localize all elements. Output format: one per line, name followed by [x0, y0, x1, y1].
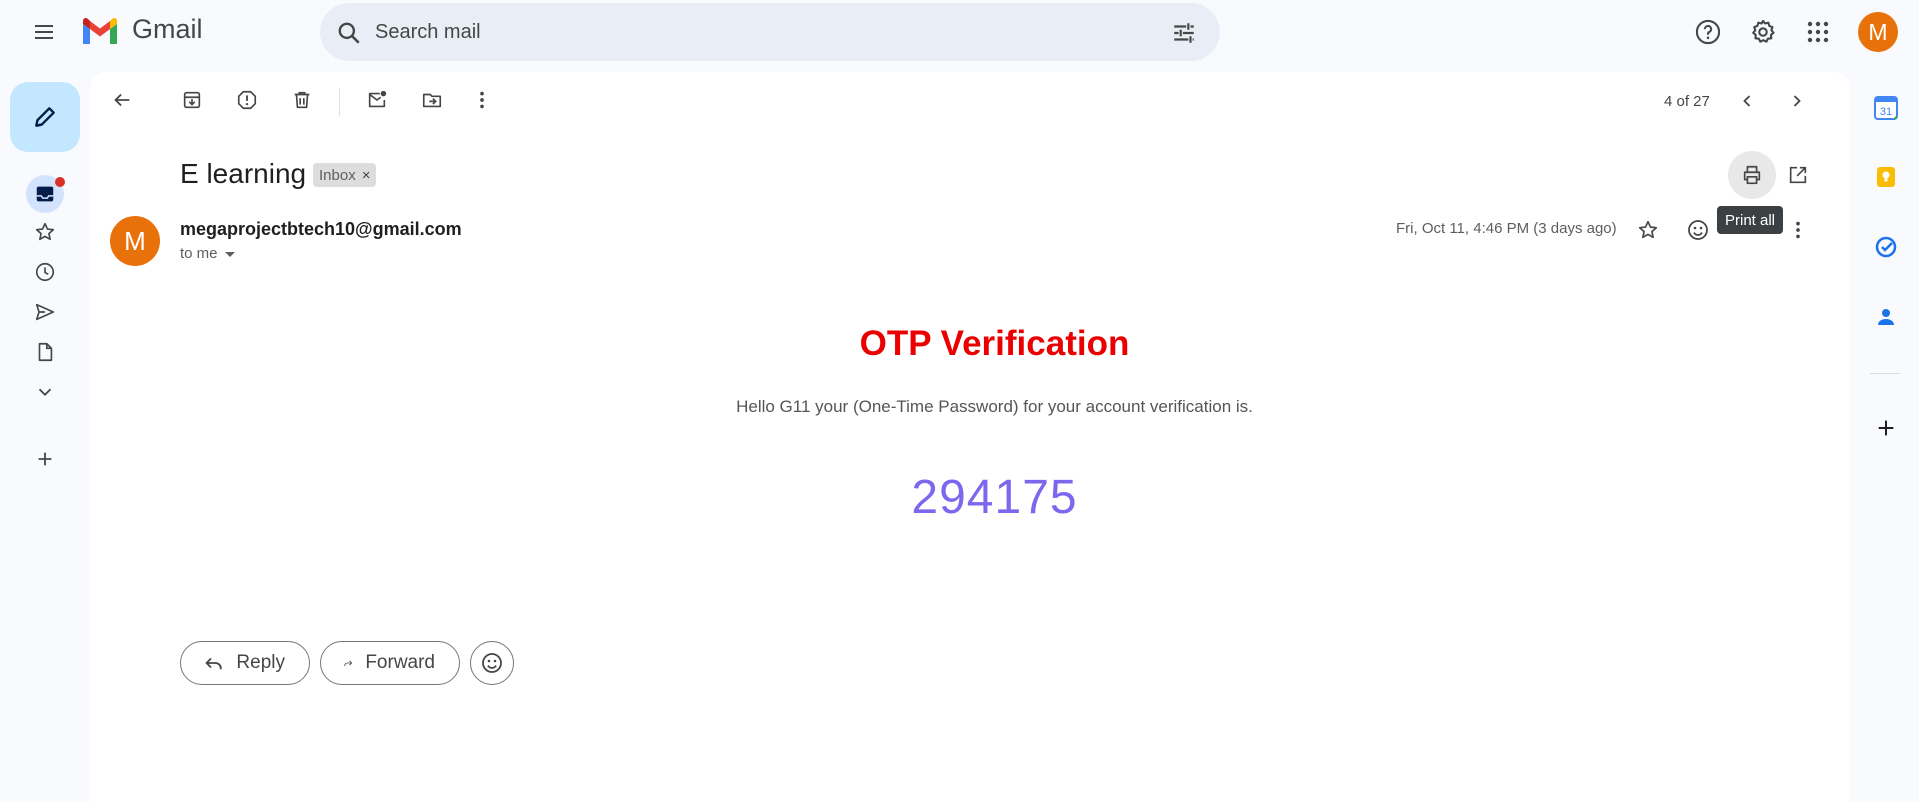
clock-icon [35, 262, 55, 282]
reply-label: Reply [236, 652, 285, 673]
gmail-logo-icon [83, 17, 117, 44]
hamburger-menu-icon [35, 25, 53, 39]
archive-icon [183, 91, 201, 109]
chevron-right-icon [1793, 95, 1801, 107]
contacts-icon [1878, 309, 1894, 325]
more-actions-button[interactable] [464, 82, 500, 118]
tune-icon[interactable] [1171, 20, 1197, 46]
emoji-reaction-button[interactable] [470, 641, 514, 685]
apps-grid-icon [1807, 21, 1829, 43]
older-button[interactable] [1780, 84, 1814, 118]
report-spam-icon [237, 90, 257, 110]
contacts-app-button[interactable] [1868, 299, 1904, 335]
calendar-date: 31 [1880, 106, 1892, 118]
help-icon [1695, 19, 1721, 45]
search-bar[interactable]: Search mail [320, 3, 1220, 61]
pagination-counter: 4 of 27 [1664, 93, 1710, 110]
keep-app-button[interactable] [1868, 159, 1904, 195]
account-avatar[interactable]: M [1858, 12, 1898, 52]
message-more-button[interactable] [1780, 212, 1816, 248]
plus-icon [1878, 420, 1894, 436]
tasks-icon [1875, 236, 1897, 258]
sidebar-item-starred[interactable] [29, 216, 61, 248]
forward-label: Forward [365, 652, 435, 673]
emoji-icon [482, 653, 502, 673]
main-menu-button[interactable] [22, 12, 66, 52]
apps-button[interactable] [1798, 12, 1838, 52]
otp-code: 294175 [911, 471, 1078, 524]
help-button[interactable] [1688, 12, 1728, 52]
print-all-button[interactable] [1728, 151, 1776, 199]
reply-icon [205, 657, 222, 670]
sender-email[interactable]: megaprojectbtech10@gmail.com [180, 219, 462, 240]
delete-button[interactable] [284, 82, 320, 118]
newer-button[interactable] [1730, 84, 1764, 118]
print-all-tooltip: Print all [1717, 206, 1784, 234]
search-icon[interactable] [336, 20, 362, 46]
compose-button[interactable] [10, 82, 80, 152]
search-input[interactable]: Search mail [375, 21, 481, 44]
settings-button[interactable] [1743, 12, 1783, 52]
chevron-left-icon [1743, 95, 1751, 107]
calendar-icon: 31 [1874, 96, 1898, 120]
move-to-icon [422, 93, 442, 108]
pencil-icon [35, 107, 55, 127]
caret-down-icon [224, 251, 235, 257]
settings-gear-icon [1752, 19, 1775, 43]
keep-icon [1877, 167, 1895, 187]
unread-indicator [55, 177, 65, 187]
mark-unread-icon [368, 90, 387, 108]
reply-button[interactable]: Reply [180, 641, 310, 685]
more-vert-icon [480, 91, 484, 109]
send-icon [35, 303, 55, 321]
sidebar-item-snoozed[interactable] [29, 256, 61, 288]
report-spam-button[interactable] [229, 82, 265, 118]
recipient-text: to me [180, 245, 218, 262]
label-text: Inbox [319, 166, 356, 184]
calendar-app-button[interactable]: 31 [1868, 90, 1904, 126]
otp-message: Hello G11 your (One-Time Password) for y… [736, 397, 1253, 416]
add-reaction-button[interactable] [1680, 212, 1716, 248]
side-panel-divider [1870, 373, 1900, 374]
message-date: Fri, Oct 11, 4:46 PM (3 days ago) [1396, 220, 1617, 237]
move-to-button[interactable] [414, 82, 450, 118]
inbox-label-chip: Inbox × [313, 163, 377, 187]
forward-icon [344, 660, 353, 667]
print-icon [1743, 165, 1761, 185]
inbox-icon [36, 186, 54, 202]
delete-icon [294, 91, 310, 109]
tasks-app-button[interactable] [1868, 229, 1904, 265]
star-icon [1638, 220, 1658, 239]
emoji-icon [1688, 220, 1708, 240]
back-arrow-icon [114, 93, 130, 107]
forward-button[interactable]: Forward [320, 641, 460, 685]
email-subject: E learning [180, 158, 307, 189]
back-button[interactable] [104, 82, 140, 118]
sender-avatar[interactable]: M [110, 216, 160, 266]
gmail-logo[interactable] [80, 16, 120, 46]
remove-label-button[interactable]: × [362, 167, 371, 184]
archive-button[interactable] [174, 82, 210, 118]
get-addons-button[interactable] [1868, 410, 1904, 446]
plus-icon [38, 452, 52, 466]
open-in-new-icon [1789, 166, 1807, 184]
star-icon [35, 222, 55, 241]
toolbar-divider [339, 88, 340, 116]
open-new-window-button[interactable] [1780, 157, 1816, 193]
recipients-toggle[interactable]: to me [180, 245, 236, 262]
more-vert-icon [1796, 221, 1800, 239]
star-button[interactable] [1630, 212, 1666, 248]
app-name: Gmail [132, 14, 203, 44]
mark-unread-button[interactable] [359, 82, 395, 118]
otp-heading: OTP Verification [859, 324, 1130, 363]
